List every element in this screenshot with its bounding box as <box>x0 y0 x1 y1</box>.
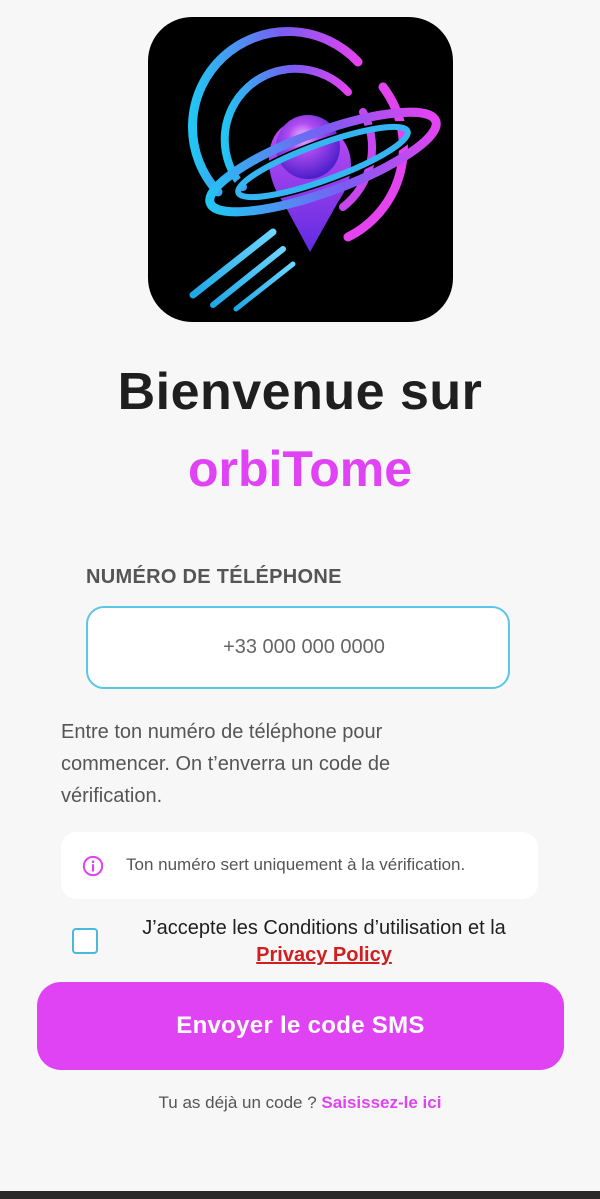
info-text: Ton numéro sert uniquement à la vérifica… <box>126 855 466 874</box>
terms-checkbox[interactable] <box>72 928 98 954</box>
welcome-title: Bienvenue sur <box>117 363 483 421</box>
terms-text: J’accepte les Conditions d’utilisation e… <box>142 917 506 939</box>
helper-text: Entre ton numéro de téléphone pour comme… <box>61 721 391 807</box>
navigation-bar <box>0 1191 600 1199</box>
login-screen: Bienvenue sur orbiTome NUMÉRO DE TÉLÉPHO… <box>0 0 600 1199</box>
phone-field-container <box>86 606 510 689</box>
info-card: Ton numéro sert uniquement à la vérifica… <box>61 832 538 899</box>
info-icon <box>82 855 104 877</box>
send-sms-code-button[interactable]: Envoyer le code SMS <box>37 982 564 1070</box>
terms-text-block: J’accepte les Conditions d’utilisation e… <box>112 915 536 969</box>
app-logo-icon <box>148 17 453 322</box>
have-code-question: Tu as déjà un code ? <box>158 1093 317 1112</box>
app-name-title: orbiTome <box>187 441 413 497</box>
have-code-footer: Tu as déjà un code ? Saisissez-le ici <box>0 1093 600 1113</box>
enter-code-link[interactable]: Saisissez-le ici <box>321 1093 441 1112</box>
phone-input[interactable] <box>88 608 508 687</box>
phone-label: NUMÉRO DE TÉLÉPHONE <box>86 566 342 588</box>
privacy-policy-link[interactable]: Privacy Policy <box>256 944 392 966</box>
